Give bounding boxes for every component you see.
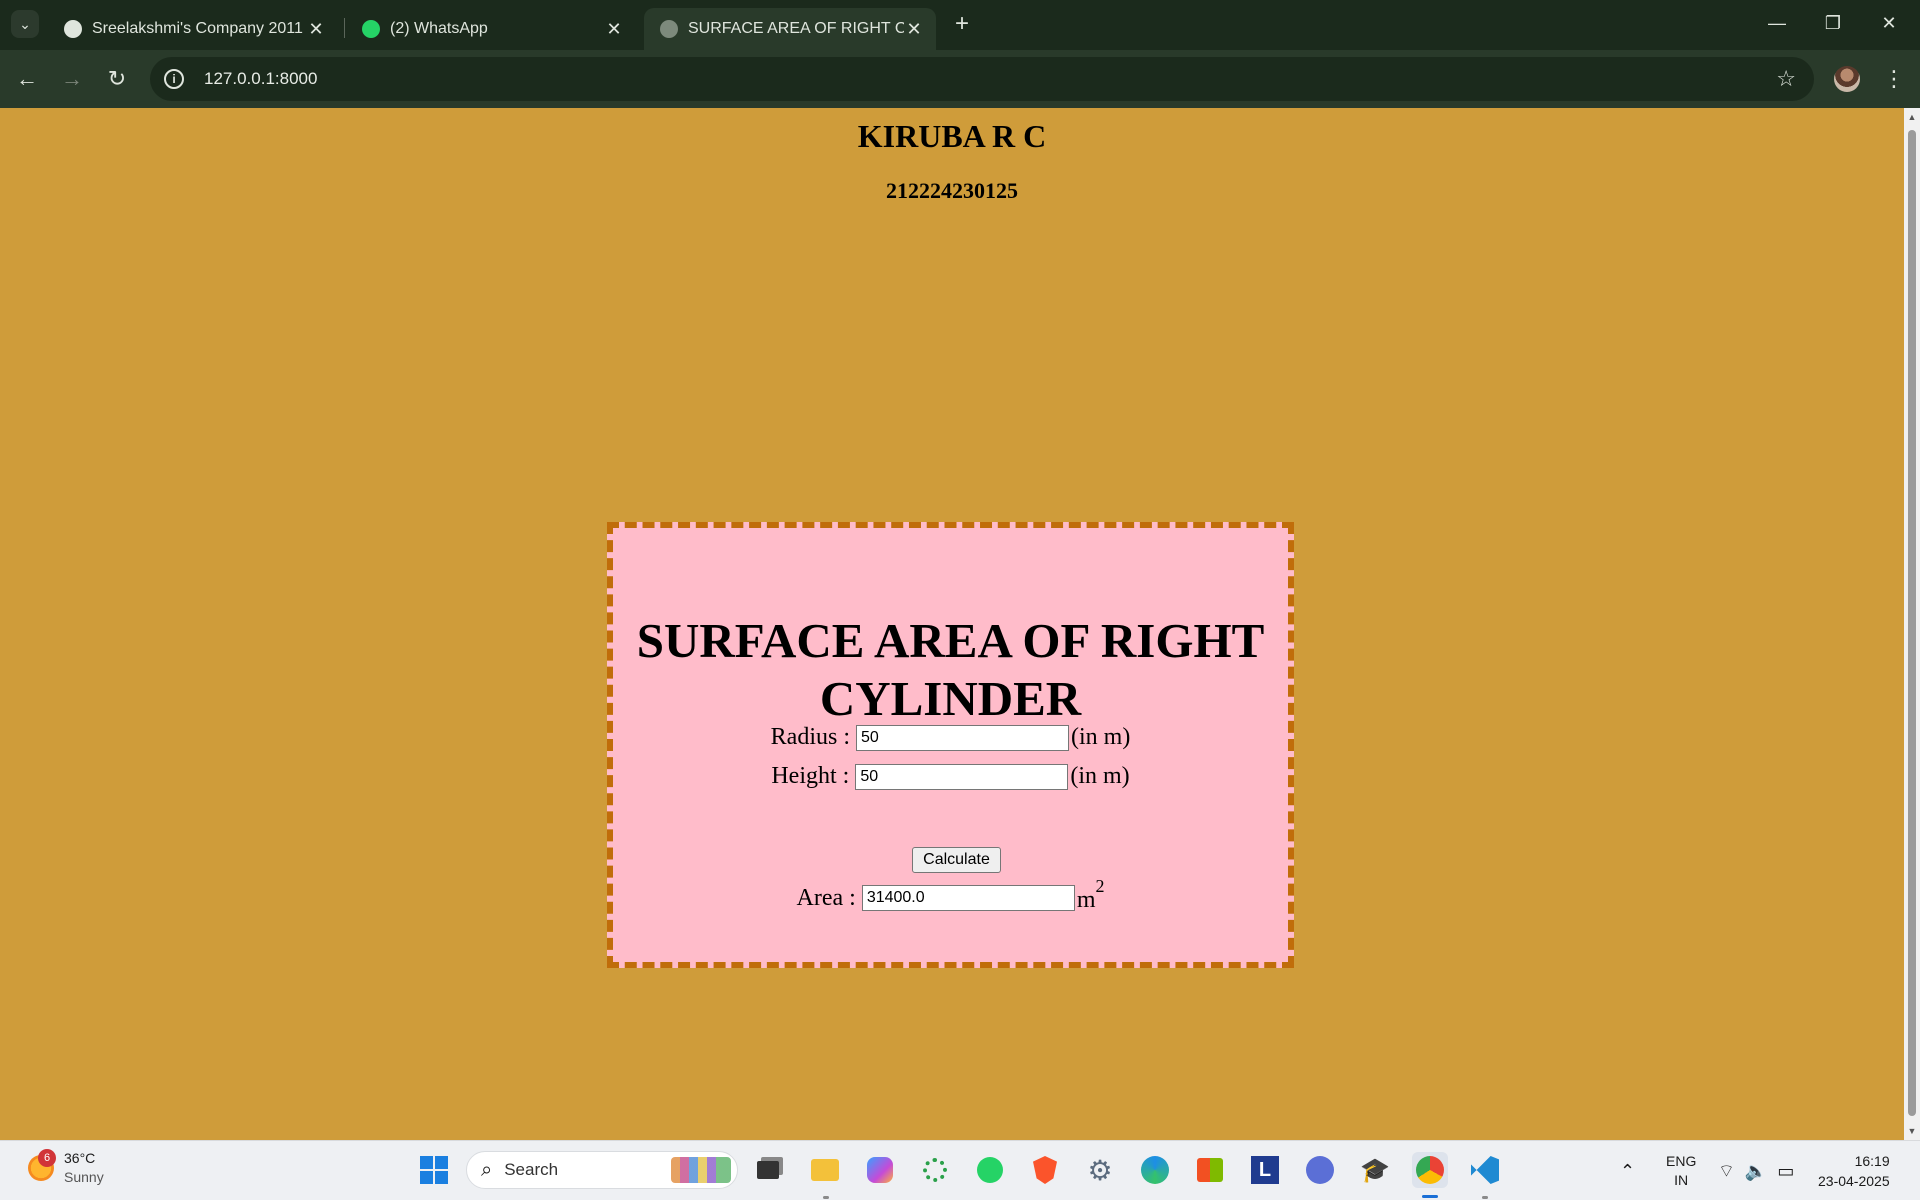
settings-gear-icon[interactable]: ⚙ bbox=[1082, 1152, 1118, 1188]
area-output[interactable] bbox=[861, 885, 1075, 911]
tab-search-dropdown-icon[interactable]: ⌄ bbox=[11, 10, 39, 38]
running-indicator bbox=[1482, 1196, 1488, 1199]
tab-whatsapp[interactable]: (2) WhatsApp ✕ bbox=[346, 8, 636, 50]
windows-taskbar: 6 36°C Sunny ⌕ Search ⚙ L 🎓 ⌃ ENG IN ⌔ 🔈… bbox=[0, 1140, 1920, 1200]
active-app-indicator bbox=[1422, 1195, 1438, 1198]
register-number: 212224230125 bbox=[886, 178, 1018, 203]
tab-surface-area[interactable]: SURFACE AREA OF RIGHT CYLIN ✕ bbox=[644, 8, 936, 50]
close-tab-icon[interactable]: ✕ bbox=[306, 19, 326, 40]
close-window-icon[interactable]: ✕ bbox=[1862, 8, 1916, 38]
tab-separator bbox=[344, 18, 345, 38]
vscode-icon[interactable] bbox=[1467, 1152, 1503, 1188]
calculate-button[interactable]: Calculate bbox=[912, 847, 1001, 873]
scroll-up-icon[interactable]: ▲ bbox=[1907, 112, 1917, 122]
page-title: SURFACE AREA OF RIGHT CYLINDER bbox=[636, 613, 1265, 726]
area-unit-exponent: 2 bbox=[1095, 876, 1105, 896]
scroll-down-icon[interactable]: ▼ bbox=[1907, 1126, 1917, 1136]
graduation-app-icon[interactable]: 🎓 bbox=[1357, 1152, 1393, 1188]
weather-condition: Sunny bbox=[64, 1169, 104, 1185]
back-icon[interactable]: ← bbox=[10, 62, 44, 96]
radius-label: Radius : bbox=[770, 724, 850, 750]
bookmark-star-icon[interactable]: ☆ bbox=[1776, 66, 1796, 92]
tab-strip: ⌄ Sreelakshmi's Company 2011 ✕ (2) Whats… bbox=[0, 0, 1920, 50]
show-hidden-icons[interactable]: ⌃ bbox=[1620, 1141, 1635, 1200]
scrollbar-thumb[interactable] bbox=[1908, 130, 1916, 1116]
address-bar[interactable]: i 127.0.0.1:8000 ☆ bbox=[150, 57, 1814, 101]
sunny-weather-icon: 6 bbox=[28, 1149, 56, 1181]
area-row: Area : m2 bbox=[613, 876, 1288, 914]
copilot-icon[interactable] bbox=[862, 1152, 898, 1188]
language-code: ENG bbox=[1666, 1153, 1697, 1169]
brave-browser-icon[interactable] bbox=[1027, 1152, 1063, 1188]
temperature: 36°C bbox=[64, 1150, 96, 1166]
page-viewport: KIRUBA R C 212224230125 SURFACE AREA OF … bbox=[0, 108, 1904, 1140]
area-unit: m2 bbox=[1076, 876, 1105, 914]
profile-avatar[interactable] bbox=[1834, 66, 1860, 92]
date: 23-04-2025 bbox=[1818, 1173, 1890, 1189]
tab-company[interactable]: Sreelakshmi's Company 2011 ✕ bbox=[48, 8, 338, 50]
search-placeholder: Search bbox=[504, 1160, 559, 1179]
time: 16:19 bbox=[1854, 1153, 1890, 1169]
browser-toolbar: ← → ↻ i 127.0.0.1:8000 ☆ ⋮ bbox=[0, 50, 1920, 108]
restore-icon[interactable]: ❐ bbox=[1806, 8, 1860, 38]
system-tray[interactable]: ⌔ 🔈 ▭ bbox=[1718, 1141, 1794, 1200]
file-explorer-icon[interactable] bbox=[807, 1152, 843, 1188]
height-row: Height : (in m) bbox=[613, 763, 1288, 790]
whatsapp-icon bbox=[362, 20, 380, 38]
chevron-up-icon[interactable]: ⌃ bbox=[1620, 1161, 1635, 1182]
weather-widget[interactable]: 6 36°C Sunny bbox=[28, 1149, 104, 1187]
new-tab-icon[interactable]: + bbox=[948, 10, 976, 38]
url-text[interactable]: 127.0.0.1:8000 bbox=[204, 69, 1776, 89]
battery-icon[interactable]: ▭ bbox=[1777, 1161, 1794, 1182]
tab-title: Sreelakshmi's Company 2011 bbox=[92, 20, 303, 37]
clock[interactable]: 16:19 23-04-2025 bbox=[1818, 1141, 1890, 1200]
running-indicator bbox=[823, 1196, 829, 1199]
close-tab-icon[interactable]: ✕ bbox=[904, 19, 924, 40]
calculator-card: SURFACE AREA OF RIGHT CYLINDER Radius : … bbox=[607, 522, 1294, 968]
area-label: Area : bbox=[796, 884, 856, 911]
chrome-browser-icon[interactable] bbox=[1412, 1152, 1448, 1188]
reload-icon[interactable]: ↻ bbox=[100, 62, 134, 96]
radius-input[interactable] bbox=[856, 724, 1069, 751]
wifi-icon[interactable]: ⌔ bbox=[1718, 1160, 1735, 1183]
area-unit-base: m bbox=[1076, 887, 1096, 913]
region-code: IN bbox=[1674, 1172, 1689, 1188]
forward-icon[interactable]: → bbox=[55, 62, 89, 96]
tab-title: SURFACE AREA OF RIGHT CYLIN bbox=[688, 20, 904, 37]
radius-unit: (in m) bbox=[1071, 724, 1131, 750]
notification-badge: 6 bbox=[38, 1149, 56, 1167]
search-icon: ⌕ bbox=[481, 1158, 493, 1181]
height-input[interactable] bbox=[855, 763, 1069, 790]
tab-title: (2) WhatsApp bbox=[390, 20, 488, 37]
author-name: KIRUBA R C bbox=[857, 118, 1047, 154]
start-windows-icon[interactable] bbox=[416, 1152, 452, 1188]
radius-row: Radius : (in m) bbox=[613, 724, 1288, 751]
sync-app-icon[interactable] bbox=[917, 1152, 953, 1188]
minimize-icon[interactable]: — bbox=[1750, 8, 1804, 38]
page-scrollbar[interactable]: ▲ ▼ bbox=[1904, 108, 1920, 1140]
volume-icon[interactable]: 🔈 bbox=[1745, 1161, 1767, 1182]
height-label: Height : bbox=[771, 763, 850, 789]
microsoft-store-icon[interactable] bbox=[1192, 1152, 1228, 1188]
task-view-icon[interactable] bbox=[750, 1152, 786, 1188]
taskbar-search[interactable]: ⌕ Search bbox=[466, 1151, 738, 1189]
arc-app-icon[interactable] bbox=[1302, 1152, 1338, 1188]
height-unit: (in m) bbox=[1070, 763, 1130, 789]
menu-kebab-icon[interactable]: ⋮ bbox=[1880, 62, 1908, 96]
site-info-icon[interactable]: i bbox=[164, 69, 184, 89]
globe-icon bbox=[660, 20, 678, 38]
close-tab-icon[interactable]: ✕ bbox=[604, 19, 624, 40]
search-highlight-icon bbox=[671, 1157, 731, 1183]
l-app-icon[interactable]: L bbox=[1247, 1152, 1283, 1188]
openai-icon bbox=[64, 20, 82, 38]
language-indicator[interactable]: ENG IN bbox=[1666, 1141, 1696, 1200]
whatsapp-icon[interactable] bbox=[972, 1152, 1008, 1188]
edge-browser-icon[interactable] bbox=[1137, 1152, 1173, 1188]
